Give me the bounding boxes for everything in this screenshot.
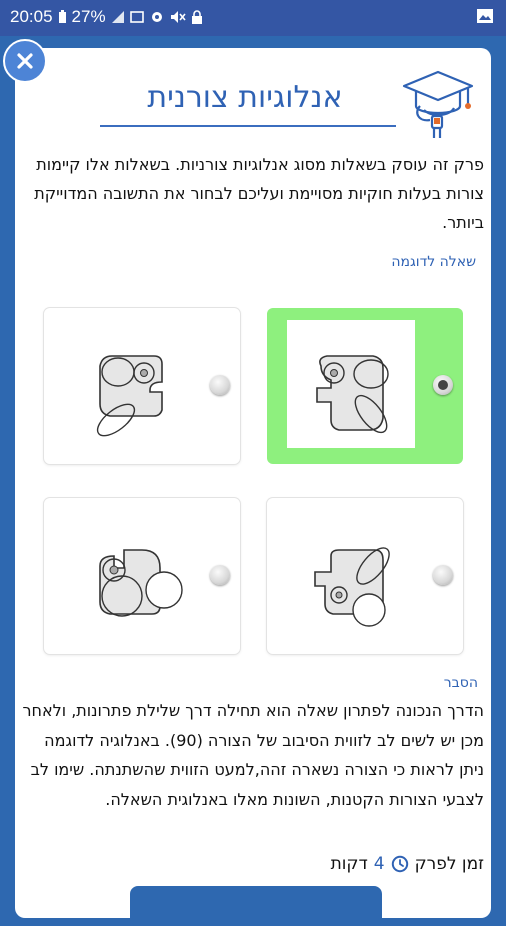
battery-icon xyxy=(58,10,66,23)
option-figure xyxy=(314,547,390,627)
close-button[interactable] xyxy=(3,39,47,83)
time-value: 4 xyxy=(373,854,385,874)
page-title: אנלוגיות צורנית xyxy=(147,80,343,115)
explanation-text: הדרך הנכונה לפתרון שאלה הוא תחילה דרך של… xyxy=(22,701,484,809)
battery-percent: 27% xyxy=(71,7,106,26)
status-time: 20:05 xyxy=(10,7,53,26)
title-underline xyxy=(100,125,396,127)
gallery-icon xyxy=(477,9,493,23)
answer-option-bottom-left[interactable] xyxy=(44,498,240,654)
status-left: 20:05 27% xyxy=(10,7,203,27)
time-label: זמן לפרק xyxy=(414,854,484,874)
status-right xyxy=(476,8,494,28)
option-figure xyxy=(316,355,389,434)
radio-button[interactable] xyxy=(210,565,230,585)
clock-icon xyxy=(391,855,408,873)
signal-icon xyxy=(111,11,124,23)
radio-button[interactable] xyxy=(210,375,230,395)
chapter-time-row: זמן לפרק 4 דקות xyxy=(331,854,484,874)
notification-icon xyxy=(129,11,144,23)
graduation-cap-brush-icon xyxy=(402,70,474,138)
radio-button-selected[interactable] xyxy=(433,375,453,395)
lock-icon xyxy=(191,9,202,24)
radio-button[interactable] xyxy=(433,565,453,585)
time-unit: דקות xyxy=(330,854,368,874)
answer-option-top-right[interactable] xyxy=(267,308,463,464)
close-icon xyxy=(17,53,33,69)
mute-icon xyxy=(170,11,186,23)
settings-icon xyxy=(151,12,162,22)
explanation-label: הסבר xyxy=(443,675,478,691)
example-question-link[interactable]: שאלה לדוגמה xyxy=(391,254,476,270)
answer-option-top-left[interactable] xyxy=(44,308,240,464)
intro-text: פרק זה עוסק בשאלות מסוג אנלוגיות צורניות… xyxy=(34,155,484,232)
status-bar: 20:05 27% xyxy=(0,0,506,36)
answer-option-bottom-right[interactable] xyxy=(267,498,463,654)
option-figure xyxy=(96,355,163,437)
option-figure xyxy=(99,549,183,617)
start-chapter-button[interactable] xyxy=(130,886,382,926)
